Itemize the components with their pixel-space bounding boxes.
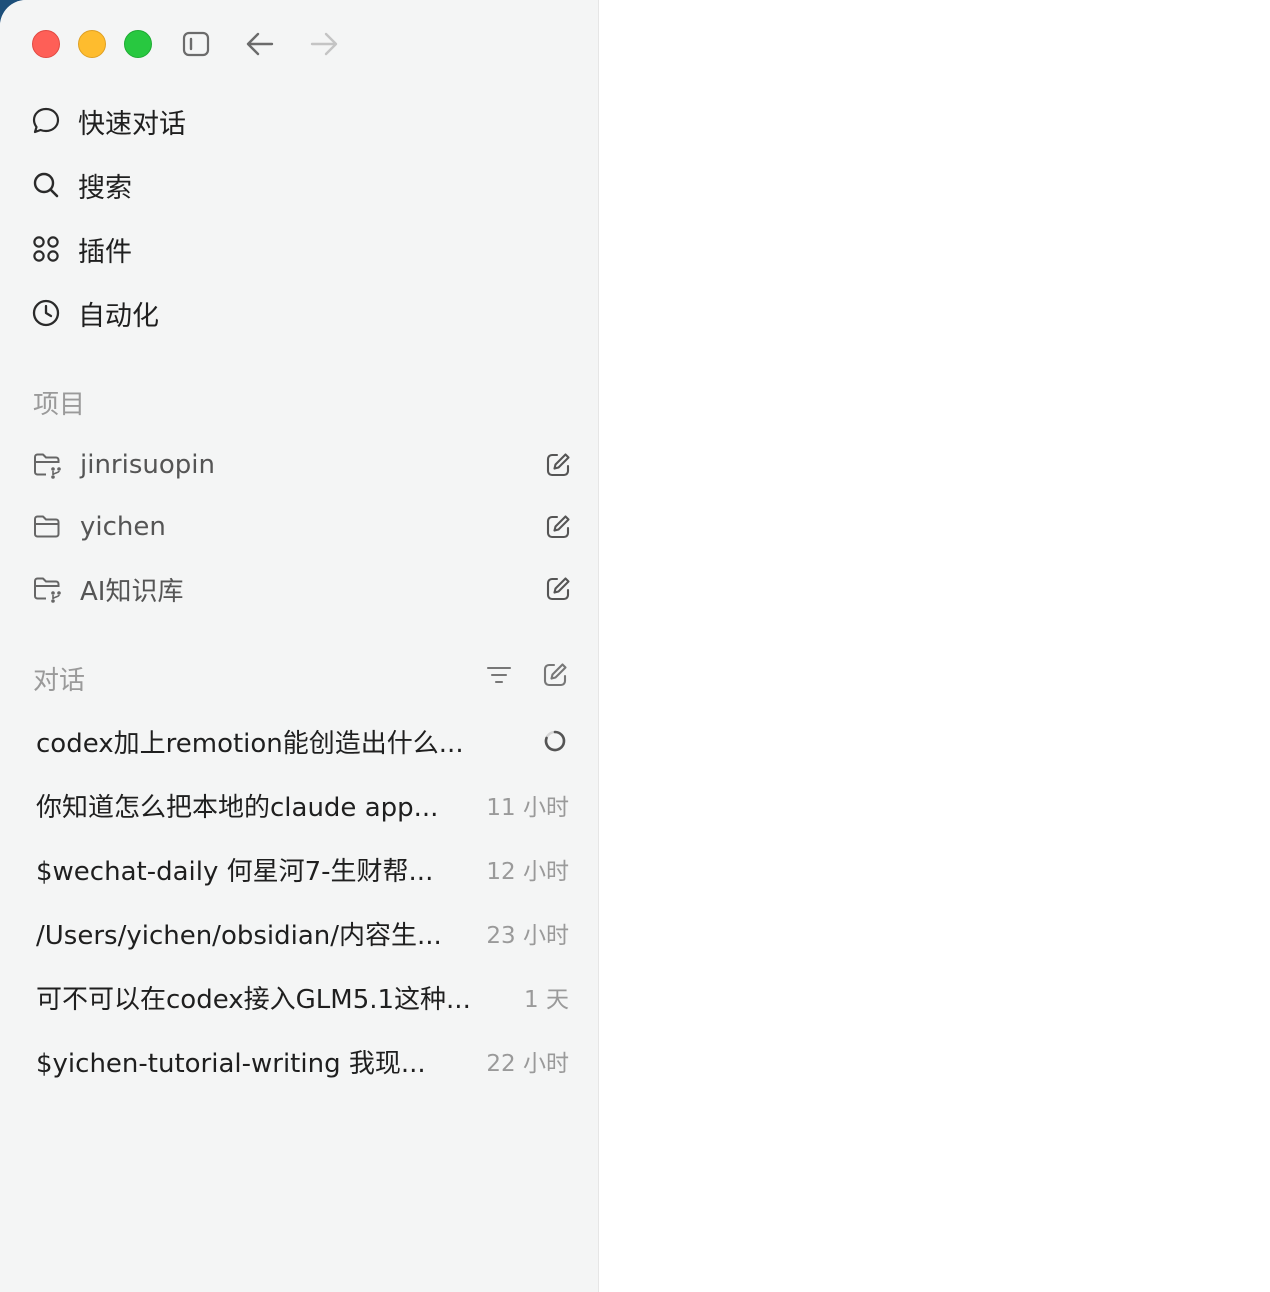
conversation-item[interactable]: 你知道怎么把本地的claude app... 11 小时: [36, 781, 569, 829]
conversation-time: 23 小时: [486, 923, 569, 949]
project-item[interactable]: yichen: [28, 503, 573, 551]
nav-automation[interactable]: 自动化: [28, 289, 568, 337]
project-item[interactable]: AI知识库: [28, 565, 573, 613]
conversation-item[interactable]: /Users/yichen/obsidian/内容生... 23 小时: [36, 909, 569, 957]
conversation-title: $wechat-daily 何星河7-生财帮...: [36, 856, 434, 887]
edit-icon: [543, 663, 567, 687]
projects-section-title: 项目: [33, 390, 86, 420]
search-icon: [28, 167, 64, 203]
conversation-title: 你知道怎么把本地的claude app...: [36, 792, 439, 823]
arrow-right-icon: [310, 32, 338, 56]
conversation-time: 22 小时: [486, 1051, 569, 1077]
project-label: AI知识库: [80, 576, 184, 607]
conversation-item[interactable]: $yichen-tutorial-writing 我现... 22 小时: [36, 1037, 569, 1085]
conversations-header-actions: [484, 660, 570, 690]
new-chat-in-project-button[interactable]: [543, 450, 573, 480]
back-button[interactable]: [244, 28, 276, 60]
nav-plugins[interactable]: 插件: [28, 225, 568, 273]
filter-button[interactable]: [484, 660, 514, 690]
nav-automation-label: 自动化: [78, 300, 159, 332]
edit-icon: [546, 515, 570, 539]
toggle-sidebar-button[interactable]: [180, 28, 212, 60]
conversation-title: 可不可以在codex接入GLM5.1这种...: [36, 984, 471, 1015]
sidebar-toggle-icon: [182, 31, 210, 57]
filter-icon: [486, 666, 512, 684]
window-close-button[interactable]: [32, 30, 60, 58]
conversation-time: 12 小时: [486, 859, 569, 885]
window-minimize-button[interactable]: [78, 30, 106, 58]
edit-icon: [546, 577, 570, 601]
loading-spinner-icon: [541, 727, 569, 755]
new-chat-button[interactable]: [540, 660, 570, 690]
nav-quick-chat[interactable]: 快速对话: [28, 97, 568, 145]
nav-search[interactable]: 搜索: [28, 161, 568, 209]
nav-plugins-label: 插件: [78, 236, 132, 268]
conversation-time: 11 小时: [486, 795, 569, 821]
arrow-left-icon: [246, 32, 274, 56]
conversation-title: /Users/yichen/obsidian/内容生...: [36, 920, 442, 951]
chat-bubble-icon: [28, 103, 64, 139]
sidebar: 快速对话 搜索 插件 自动化 项目 jinrisuopin yichen AI知…: [0, 0, 599, 1292]
nav-search-label: 搜索: [78, 172, 132, 204]
conversation-title: $yichen-tutorial-writing 我现...: [36, 1048, 426, 1079]
project-item[interactable]: jinrisuopin: [28, 441, 573, 489]
main-content-area: [599, 0, 1270, 1292]
new-chat-in-project-button[interactable]: [543, 512, 573, 542]
clock-icon: [28, 295, 64, 331]
edit-icon: [546, 453, 570, 477]
conversation-item[interactable]: 可不可以在codex接入GLM5.1这种... 1 天: [36, 973, 569, 1021]
window-maximize-button[interactable]: [124, 30, 152, 58]
new-chat-in-project-button[interactable]: [543, 574, 573, 604]
forward-button[interactable]: [308, 28, 340, 60]
conversation-title: codex加上remotion能创造出什么...: [36, 728, 464, 759]
folder-icon: [28, 509, 68, 545]
nav-quick-chat-label: 快速对话: [78, 108, 186, 140]
app-window: 快速对话 搜索 插件 自动化 项目 jinrisuopin yichen AI知…: [0, 0, 1270, 1292]
conversation-item[interactable]: $wechat-daily 何星河7-生财帮... 12 小时: [36, 845, 569, 893]
plugins-grid-icon: [28, 231, 64, 267]
conversations-section-title: 对话: [33, 666, 86, 696]
folder-branch-icon: [28, 447, 68, 483]
conversation-time: 1 天: [524, 987, 569, 1013]
project-label: jinrisuopin: [80, 450, 215, 480]
folder-branch-icon: [28, 571, 68, 607]
conversation-item[interactable]: codex加上remotion能创造出什么...: [36, 717, 569, 765]
project-label: yichen: [80, 512, 166, 542]
